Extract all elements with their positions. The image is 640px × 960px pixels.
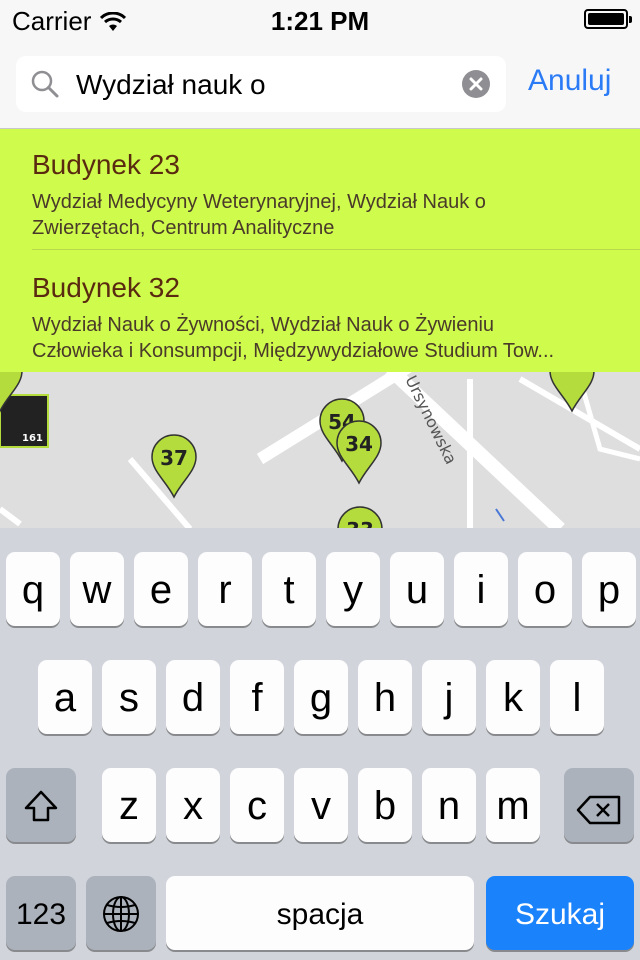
key-r[interactable]: r: [198, 552, 252, 626]
key-y[interactable]: y: [326, 552, 380, 626]
key-label: s: [119, 676, 139, 720]
result-item[interactable]: Budynek 23 Wydział Medycyny Weterynaryjn…: [0, 129, 640, 250]
key-label: i: [476, 568, 486, 612]
result-description-line: Zwierzętach, Centrum Analityczne: [32, 217, 335, 239]
key-label: Szukaj: [514, 898, 606, 931]
cancel-button[interactable]: Anuluj: [528, 64, 611, 98]
key-label: e: [149, 568, 173, 612]
battery-icon: [584, 9, 632, 29]
key-e[interactable]: e: [134, 552, 188, 626]
key-label: a: [53, 676, 77, 720]
shift-icon: [6, 788, 76, 833]
search-bar: Wydział nauk o Anuluj: [0, 40, 640, 129]
key-k[interactable]: k: [486, 660, 540, 734]
search-icon: [30, 69, 60, 104]
status-bar: Carrier 1:21 PM: [0, 0, 640, 40]
key-label: h: [373, 676, 397, 720]
space-key[interactable]: spacja: [166, 876, 474, 950]
key-label: t: [283, 568, 295, 612]
key-label: w: [82, 568, 112, 612]
key-label: b: [373, 784, 397, 828]
search-submit-key[interactable]: Szukaj: [486, 876, 634, 950]
key-p[interactable]: p: [582, 552, 636, 626]
shift-key[interactable]: [6, 768, 76, 842]
key-w[interactable]: w: [70, 552, 124, 626]
result-description: Wydział Medycyny Weterynaryjnej, Wydział…: [32, 189, 632, 241]
keyboard: q w e r t y u i o p a s d f g h j k l z …: [0, 528, 640, 960]
search-input[interactable]: Wydział nauk o: [16, 56, 506, 112]
key-a[interactable]: a: [38, 660, 92, 734]
key-label: j: [444, 676, 454, 720]
globe-key[interactable]: [86, 876, 156, 950]
key-u[interactable]: u: [390, 552, 444, 626]
key-label: l: [572, 676, 582, 720]
key-b[interactable]: b: [358, 768, 412, 842]
search-value: Wydział nauk o: [76, 69, 266, 100]
result-title: Budynek 32: [32, 272, 180, 303]
key-i[interactable]: i: [454, 552, 508, 626]
globe-icon: [86, 895, 156, 943]
key-j[interactable]: j: [422, 660, 476, 734]
key-m[interactable]: m: [486, 768, 540, 842]
key-c[interactable]: c: [230, 768, 284, 842]
result-description-line: Wydział Medycyny Weterynaryjnej, Wydział…: [32, 191, 486, 213]
key-q[interactable]: q: [6, 552, 60, 626]
map-marker-label: 34: [345, 432, 373, 456]
clock: 1:21 PM: [270, 6, 370, 36]
key-label: k: [503, 676, 523, 720]
key-label: 123: [15, 898, 67, 931]
key-v[interactable]: v: [294, 768, 348, 842]
key-o[interactable]: o: [518, 552, 572, 626]
key-label: x: [183, 784, 203, 828]
key-g[interactable]: g: [294, 660, 348, 734]
key-t[interactable]: t: [262, 552, 316, 626]
key-label: v: [311, 784, 331, 828]
key-label: d: [181, 676, 205, 720]
search-results: Budynek 23 Wydział Medycyny Weterynaryjn…: [0, 129, 640, 372]
key-label: f: [251, 676, 263, 720]
key-label: g: [309, 676, 333, 720]
clear-icon[interactable]: [462, 70, 490, 98]
key-l[interactable]: l: [550, 660, 604, 734]
info-board-number: 161: [22, 433, 43, 444]
key-label: p: [597, 568, 621, 612]
result-title: Budynek 23: [32, 149, 180, 180]
key-label: y: [343, 568, 363, 612]
key-n[interactable]: n: [422, 768, 476, 842]
map-marker-label: 37: [160, 446, 188, 470]
result-description-line: Człowieka i Konsumpcji, Międzywydziałowe…: [32, 340, 555, 362]
key-f[interactable]: f: [230, 660, 284, 734]
key-label: n: [437, 784, 461, 828]
result-description: Wydział Nauk o Żywności, Wydział Nauk o …: [32, 312, 632, 364]
backspace-key[interactable]: [564, 768, 634, 842]
key-label: u: [405, 568, 429, 612]
key-label: c: [247, 784, 267, 828]
backspace-icon: [564, 790, 634, 835]
key-d[interactable]: d: [166, 660, 220, 734]
result-description-line: Wydział Nauk o Żywności, Wydział Nauk o …: [32, 314, 495, 336]
result-item[interactable]: Budynek 32 Wydział Nauk o Żywności, Wydz…: [0, 250, 640, 372]
key-label: q: [21, 568, 45, 612]
key-h[interactable]: h: [358, 660, 412, 734]
key-label: m: [496, 784, 530, 828]
numbers-key[interactable]: 123: [6, 876, 76, 950]
key-x[interactable]: x: [166, 768, 220, 842]
key-label: o: [533, 568, 557, 612]
key-label: r: [218, 568, 232, 612]
key-s[interactable]: s: [102, 660, 156, 734]
key-label: spacja: [276, 898, 364, 931]
key-z[interactable]: z: [102, 768, 156, 842]
key-label: z: [119, 784, 139, 828]
